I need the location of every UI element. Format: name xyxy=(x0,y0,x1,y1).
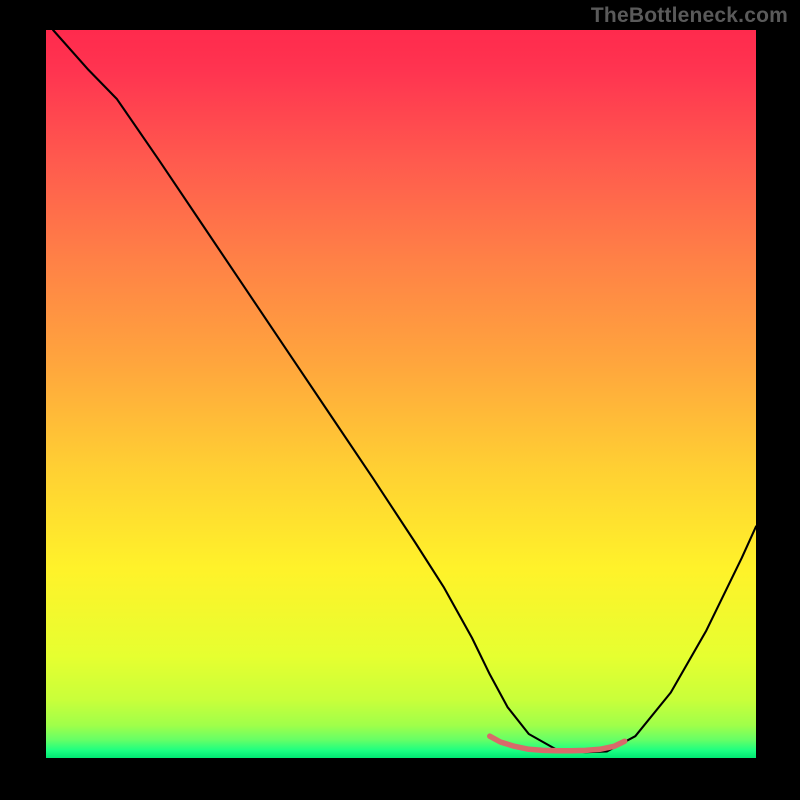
heatmap-gradient xyxy=(46,30,756,758)
chart-svg xyxy=(46,30,756,758)
watermark-text: TheBottleneck.com xyxy=(591,4,788,28)
plot-area xyxy=(46,30,756,758)
chart-frame: TheBottleneck.com xyxy=(0,0,800,800)
